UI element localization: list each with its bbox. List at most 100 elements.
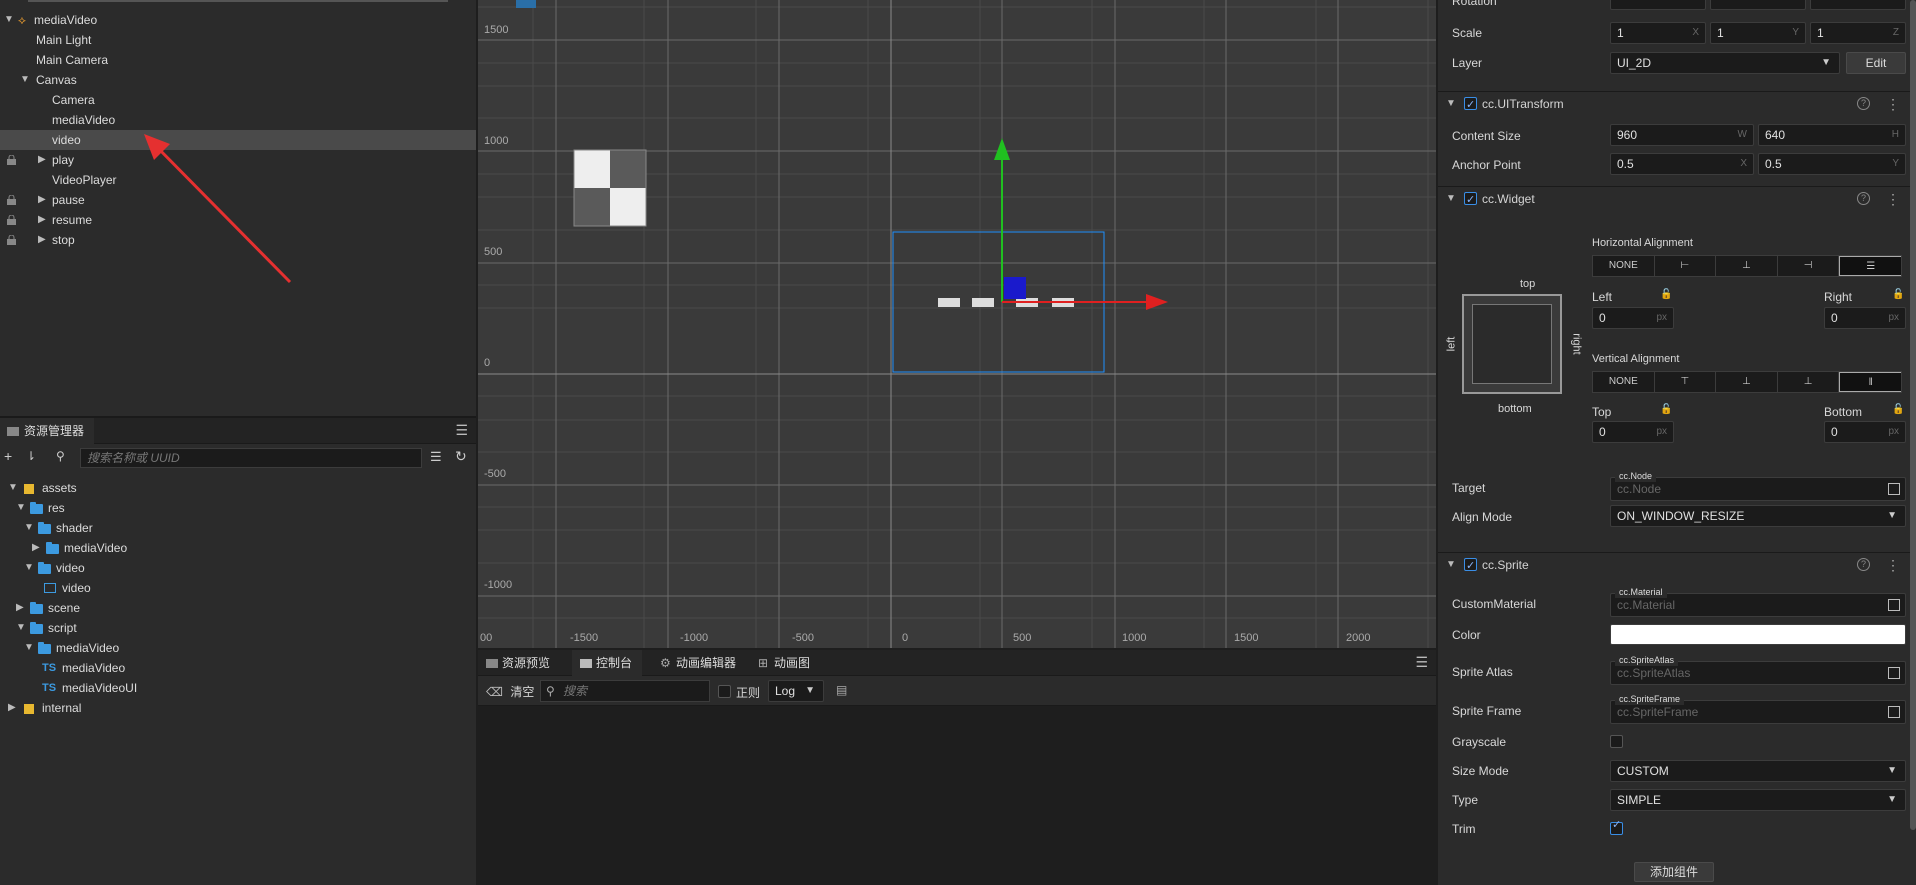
more-options-icon[interactable]: ⋮ [1886, 553, 1900, 577]
h-align-right-button[interactable]: ⊣ [1778, 256, 1840, 276]
chevron-down-icon[interactable]: ▼ [20, 70, 30, 90]
scale-y-input[interactable]: 1Y [1710, 22, 1806, 44]
add-icon[interactable]: + [4, 448, 12, 464]
anchor-x-input[interactable]: 0.5 X [1610, 153, 1754, 175]
asset-search-input[interactable]: 搜索名称或 UUID [80, 448, 422, 468]
rotation-x-input[interactable] [1610, 0, 1706, 10]
hierarchy-item-camera[interactable]: Camera [0, 90, 476, 110]
v-align-stretch-button[interactable]: ‖ [1839, 372, 1901, 392]
scale-z-input[interactable]: 1Z [1810, 22, 1906, 44]
help-icon[interactable]: ? [1857, 97, 1870, 110]
tab-console[interactable]: 控制台 [572, 650, 643, 676]
target-field[interactable]: cc.Node cc.Node [1610, 470, 1906, 501]
help-icon[interactable]: ? [1857, 558, 1870, 571]
sort-icon[interactable]: ⇂ [26, 449, 36, 463]
chevron-down-icon[interactable]: ▼ [24, 638, 34, 658]
chevron-right-icon[interactable]: ▶ [16, 598, 24, 618]
lock-icon[interactable] [7, 215, 16, 225]
scene-view[interactable]: 1500 1000 500 0 -500 -1000 00 -1500 -100… [478, 0, 1436, 648]
lock-icon[interactable] [7, 235, 16, 245]
asset-item-mediavideoui-ts[interactable]: TS mediaVideoUI [0, 678, 476, 698]
v-align-bottom-button[interactable]: ⊥ [1778, 372, 1840, 392]
content-height-input[interactable]: 640 H [1758, 124, 1906, 146]
asset-item-shader[interactable]: ▼ shader [0, 518, 476, 538]
asset-item-video-file[interactable]: video [0, 578, 476, 598]
chevron-down-icon[interactable]: ▼ [24, 518, 34, 538]
lock-icon[interactable]: 🔓 [1660, 404, 1672, 415]
chevron-right-icon[interactable]: ▶ [32, 538, 40, 558]
right-margin-input[interactable]: 0 px [1824, 307, 1906, 329]
hierarchy-scrollbar[interactable] [28, 0, 448, 2]
asset-item-scene[interactable]: ▶ scene [0, 598, 476, 618]
picker-icon[interactable] [1888, 483, 1900, 495]
asset-item-mediavideo-folder[interactable]: ▶ mediaVideo [0, 538, 476, 558]
align-mode-select[interactable]: ON_WINDOW_RESIZE ▼ [1610, 505, 1906, 527]
list-view-icon[interactable]: ☰ [430, 449, 442, 465]
picker-icon[interactable] [1888, 599, 1900, 611]
layer-select[interactable]: UI_2D ▼ [1610, 52, 1840, 74]
asset-item-assets[interactable]: ▼ assets [0, 478, 476, 498]
menu-icon[interactable]: ☰ [1415, 654, 1428, 671]
custom-material-field[interactable]: cc.Material cc.Material [1610, 586, 1906, 617]
chevron-right-icon[interactable]: ▶ [38, 190, 48, 210]
more-options-icon[interactable]: ⋮ [1886, 92, 1900, 116]
scale-x-input[interactable]: 1X [1610, 22, 1706, 44]
top-margin-input[interactable]: 0 px [1592, 421, 1674, 443]
refresh-icon[interactable]: ↻ [455, 448, 467, 465]
type-select[interactable]: SIMPLE ▼ [1610, 789, 1906, 811]
chevron-right-icon[interactable]: ▶ [38, 210, 48, 230]
v-align-top-button[interactable]: ⊤ [1655, 372, 1717, 392]
clear-button[interactable]: ⌫ 清空 [486, 683, 534, 700]
hierarchy-item-main-camera[interactable]: Main Camera [0, 50, 476, 70]
size-mode-select[interactable]: CUSTOM ▼ [1610, 760, 1906, 782]
picker-icon[interactable] [1888, 706, 1900, 718]
widget-enabled-checkbox[interactable] [1464, 188, 1477, 212]
asset-item-video-folder[interactable]: ▼ video [0, 558, 476, 578]
chevron-right-icon[interactable]: ▶ [38, 230, 48, 250]
lock-icon[interactable] [7, 195, 16, 205]
lock-icon[interactable]: 🔓 [1892, 289, 1904, 300]
lock-icon[interactable]: 🔓 [1892, 404, 1904, 415]
h-align-center-button[interactable]: ⊥ [1716, 256, 1778, 276]
chevron-down-icon[interactable]: ▼ [16, 618, 26, 638]
tab-assets[interactable]: 资源管理器 [0, 418, 95, 444]
anchor-y-input[interactable]: 0.5 Y [1758, 153, 1906, 175]
picker-icon[interactable] [1888, 667, 1900, 679]
h-align-left-button[interactable]: ⊢ [1655, 256, 1717, 276]
h-align-none-button[interactable]: NONE [1593, 256, 1655, 276]
content-width-input[interactable]: 960 W [1610, 124, 1754, 146]
more-options-icon[interactable]: ⋮ [1886, 187, 1900, 211]
sprite-frame-field[interactable]: cc.SpriteFrame cc.SpriteFrame [1610, 693, 1906, 724]
chevron-right-icon[interactable]: ▶ [8, 698, 16, 718]
widget-header[interactable]: ▼ cc.Widget ? ⋮ [1438, 186, 1916, 212]
asset-item-mediavideo-script-folder[interactable]: ▼ mediaVideo [0, 638, 476, 658]
asset-item-res[interactable]: ▼ res [0, 498, 476, 518]
vertical-alignment-group[interactable]: NONE ⊤ ⊥ ⊥ ‖ [1592, 371, 1902, 393]
tab-asset-preview[interactable]: 资源预览 [478, 650, 560, 676]
widget-alignment-box[interactable] [1462, 294, 1562, 394]
v-align-none-button[interactable]: NONE [1593, 372, 1655, 392]
tab-animation-editor[interactable]: ⚙ 动画编辑器 [652, 650, 746, 676]
chevron-down-icon[interactable]: ▼ [4, 10, 14, 30]
log-file-icon[interactable]: ▤ [836, 683, 847, 697]
sprite-atlas-field[interactable]: cc.SpriteAtlas cc.SpriteAtlas [1610, 654, 1906, 685]
chevron-right-icon[interactable]: ▶ [38, 150, 48, 170]
chevron-down-icon[interactable]: ▼ [8, 478, 18, 498]
lock-icon[interactable] [7, 155, 16, 165]
lock-icon[interactable]: 🔓 [1660, 289, 1672, 300]
hierarchy-item-mediavideo[interactable]: mediaVideo [0, 110, 476, 130]
left-margin-input[interactable]: 0 px [1592, 307, 1674, 329]
sprite-header[interactable]: ▼ cc.Sprite ? ⋮ [1438, 552, 1916, 578]
chevron-down-icon[interactable]: ▼ [16, 498, 26, 518]
trim-checkbox[interactable] [1610, 818, 1623, 835]
move-tool-button[interactable] [516, 0, 536, 8]
horizontal-alignment-group[interactable]: NONE ⊢ ⊥ ⊣ ☰ [1592, 255, 1902, 277]
asset-item-script[interactable]: ▼ script [0, 618, 476, 638]
chevron-down-icon[interactable]: ▼ [1446, 92, 1456, 116]
bottom-margin-input[interactable]: 0 px [1824, 421, 1906, 443]
help-icon[interactable]: ? [1857, 192, 1870, 205]
console-search-input[interactable]: ⚲ 搜索 [540, 680, 710, 702]
asset-item-mediavideo-ts[interactable]: TS mediaVideo [0, 658, 476, 678]
regex-checkbox[interactable] [718, 685, 731, 698]
hierarchy-root-item[interactable]: ▼ ⟡ mediaVideo [0, 10, 476, 30]
